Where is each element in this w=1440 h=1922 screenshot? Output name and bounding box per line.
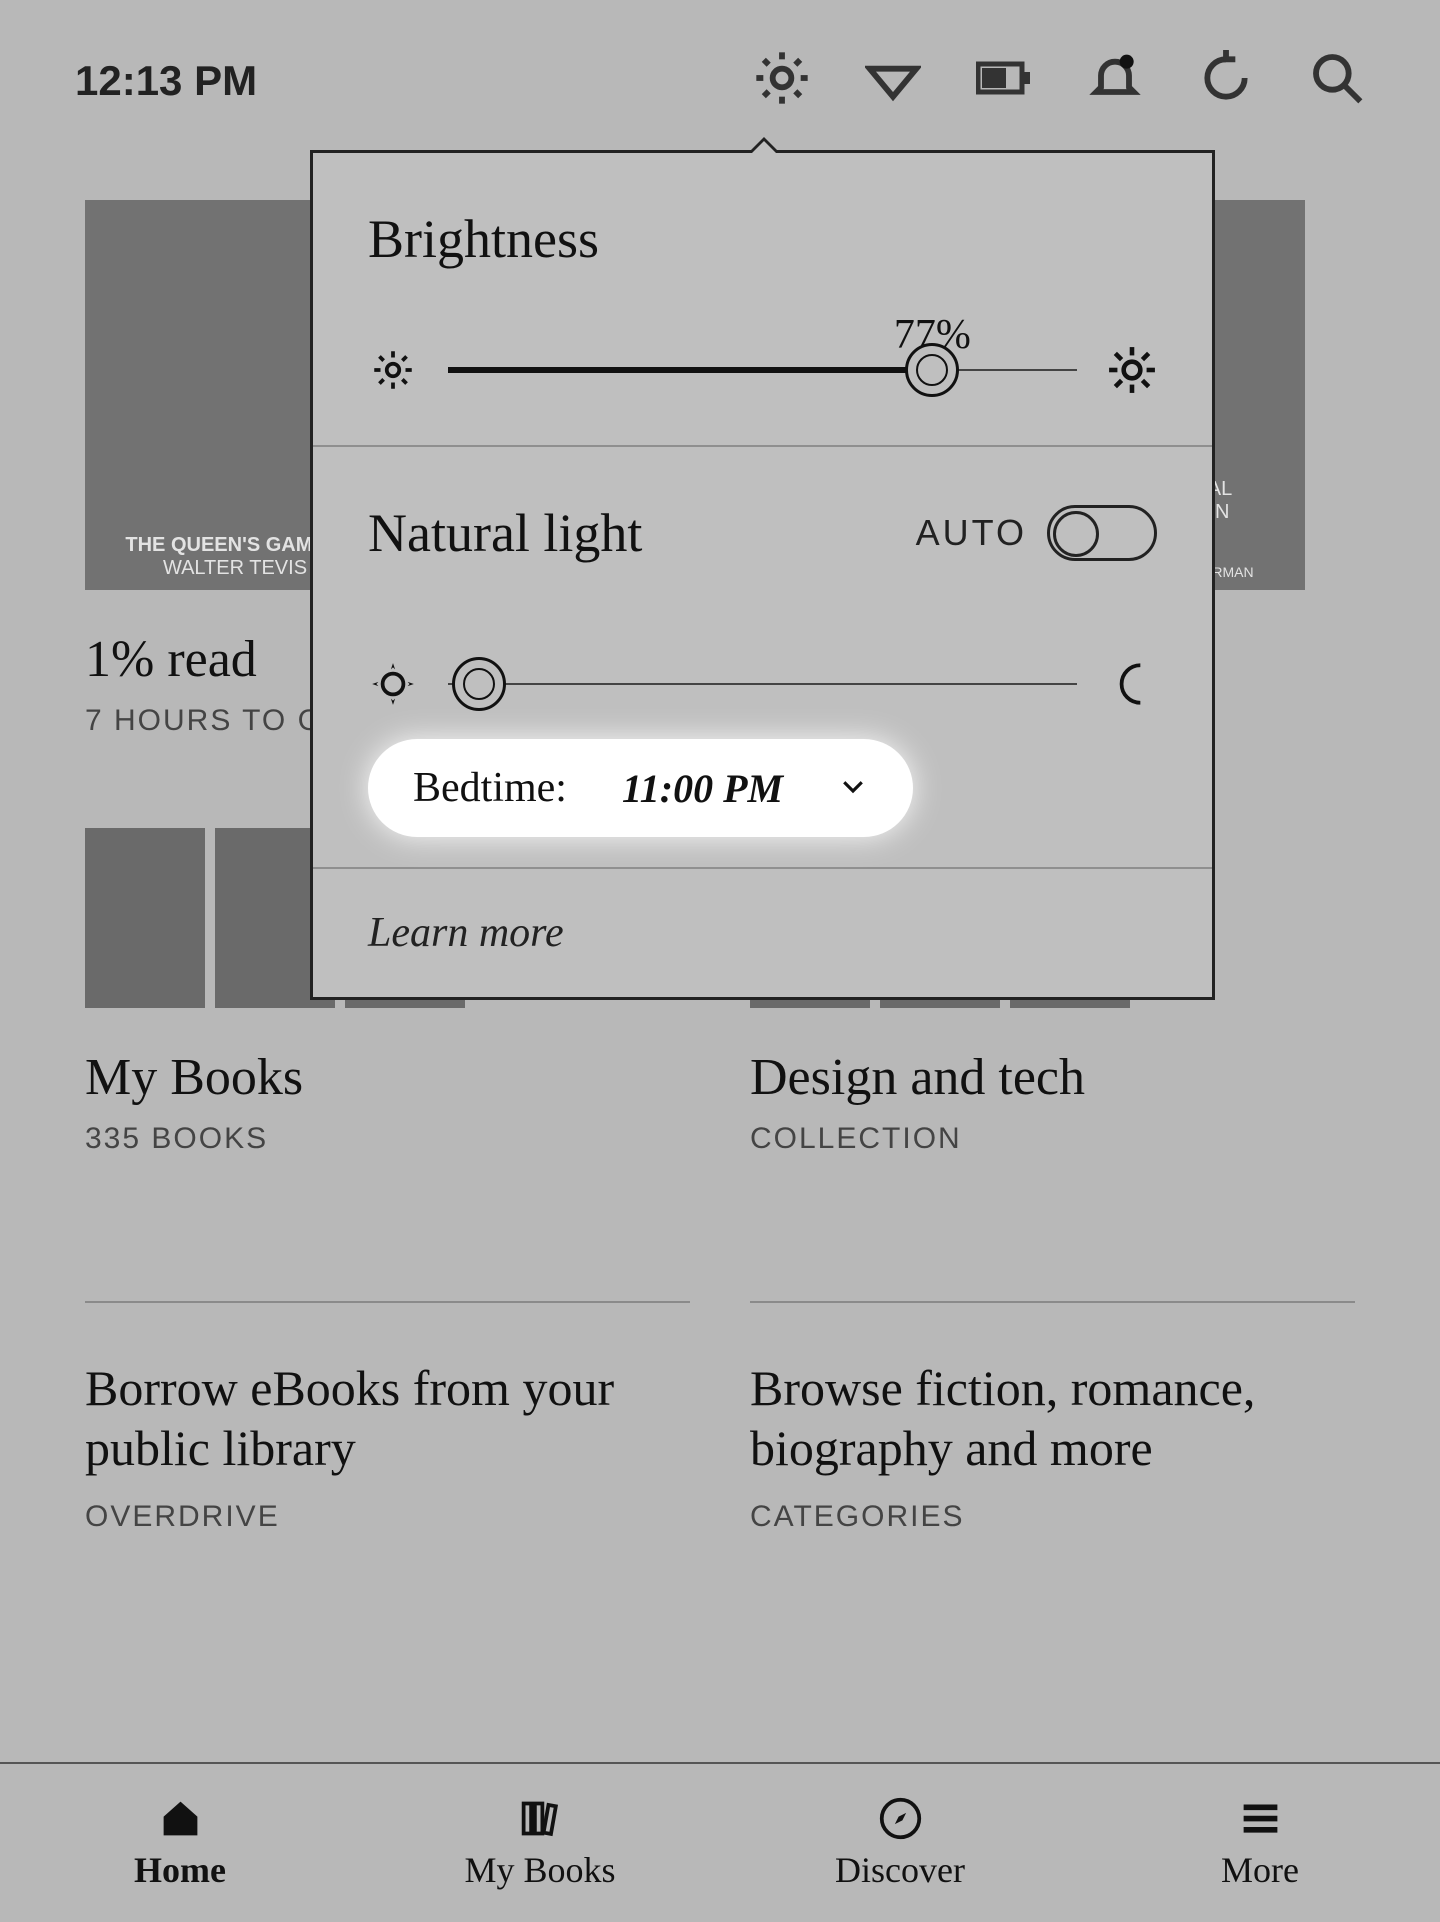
sun-outline-icon [368,659,418,709]
nav-home-label: Home [134,1849,226,1891]
my-books-title: My Books [85,1048,690,1107]
search-icon[interactable] [1309,50,1365,111]
categories-subtitle: CATEGORIES [750,1500,1355,1534]
notification-icon[interactable] [1087,50,1143,111]
overdrive-title: Borrow eBooks from your public library [85,1358,690,1478]
nav-home[interactable]: Home [0,1764,360,1922]
natural-light-section: Natural light AUTO Bedtime: 11:00 PM [313,447,1212,867]
home-icon [153,1796,208,1841]
collection-subtitle: COLLECTION [750,1122,1355,1156]
categories-title: Browse fiction, romance, biography and m… [750,1358,1355,1478]
slider-handle[interactable] [452,657,506,711]
cover-author: WALTER TEVIS [163,557,307,580]
compass-icon [873,1796,928,1841]
nav-discover-label: Discover [835,1849,965,1891]
menu-icon [1233,1796,1288,1841]
status-icons-group [754,50,1365,111]
my-books-count: 335 BOOKS [85,1122,690,1156]
sun-high-icon [1107,345,1157,395]
collection-title: Design and tech [750,1048,1355,1107]
bottom-nav: Home My Books Discover More [0,1762,1440,1922]
brightness-icon[interactable] [754,50,810,111]
nav-mybooks[interactable]: My Books [360,1764,720,1922]
bedtime-value: 11:00 PM [622,765,783,812]
books-icon [513,1796,568,1841]
overdrive-tile[interactable]: Borrow eBooks from your public library O… [85,1246,690,1534]
auto-toggle[interactable] [1047,505,1157,561]
bedtime-label: Bedtime: [413,764,567,812]
nav-discover[interactable]: Discover [720,1764,1080,1922]
chevron-down-icon [838,771,868,806]
categories-tile[interactable]: Browse fiction, romance, biography and m… [750,1246,1355,1534]
overdrive-subtitle: OVERDRIVE [85,1500,690,1534]
nav-more[interactable]: More [1080,1764,1440,1922]
book-thumb [85,828,205,1008]
brightness-slider[interactable]: 77% [368,345,1157,395]
slider-handle[interactable] [905,343,959,397]
bedtime-selector[interactable]: Bedtime: 11:00 PM [368,739,913,837]
wifi-icon[interactable] [865,50,921,111]
natural-light-slider[interactable] [368,659,1157,709]
moon-icon [1107,659,1157,709]
nav-more-label: More [1221,1849,1299,1891]
sun-low-icon [368,345,418,395]
status-time: 12:13 PM [75,57,257,105]
battery-icon[interactable] [976,50,1032,111]
nav-mybooks-label: My Books [464,1849,615,1891]
brightness-section: Brightness 77% [313,153,1212,445]
natural-light-title: Natural light [368,502,642,564]
brightness-popup: Brightness 77% Natural light AUTO [310,150,1215,1000]
learn-more-link[interactable]: Learn more [313,869,1212,997]
toggle-knob [1053,511,1099,557]
status-bar: 12:13 PM [0,0,1440,141]
sync-icon[interactable] [1198,50,1254,111]
auto-label: AUTO [916,512,1027,554]
brightness-title: Brightness [368,208,1157,270]
